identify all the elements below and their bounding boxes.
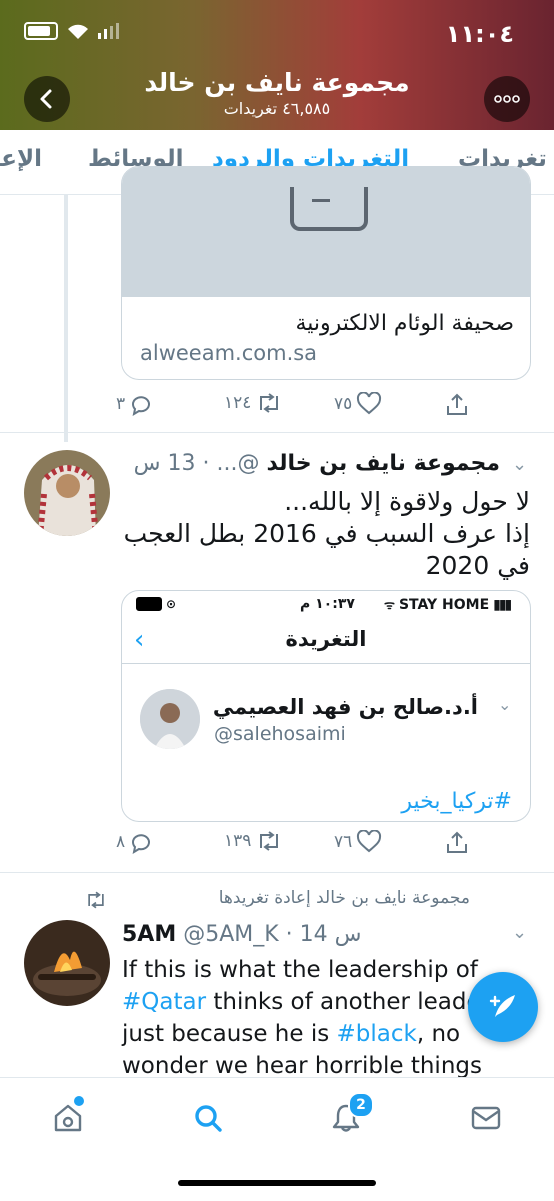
status-bar: ١١:٠٤: [0, 14, 554, 54]
tweet-header: 5AM @5AM_K · 14 س: [122, 922, 362, 947]
home-indicator: [178, 1180, 376, 1186]
notifications-badge: 2: [348, 1092, 374, 1118]
reply-icon: [132, 396, 151, 416]
screenshot-status-bar: ⊙ ١٠:٣٧ م ᯤ STAY HOME ▮▮▮: [122, 591, 530, 619]
screenshot-battery-icon: ⊙: [136, 597, 176, 611]
reply-icon: [132, 834, 151, 854]
tweet-text-line: لا حول ولاقوة إلا بالله...: [284, 487, 530, 516]
tweet-text-line: في 2020: [425, 551, 530, 580]
compose-button[interactable]: [468, 972, 538, 1042]
tweet-actions: ٣ ١٢٤ ٧٥: [0, 392, 554, 428]
wifi-icon: [68, 24, 88, 39]
tweet-menu-chevron-icon[interactable]: ⌄: [512, 454, 527, 475]
tweet-divider: [0, 432, 554, 433]
new-content-dot: [74, 1096, 84, 1106]
tweet-menu-chevron-icon[interactable]: ⌄: [512, 922, 527, 943]
share-icon: [447, 393, 467, 415]
author-meta: @5AM_K · 14 س: [183, 922, 362, 947]
avatar[interactable]: [24, 450, 110, 536]
screenshot-author-handle: @salehosaimi: [214, 723, 346, 745]
compose-icon: [489, 995, 515, 1017]
nav-notifications[interactable]: 2: [326, 1092, 374, 1138]
reply-count: ٣: [116, 394, 126, 414]
retweet-button[interactable]: ١٢٤: [224, 392, 283, 414]
status-time: ١١:٠٤: [445, 20, 514, 48]
messages-icon: [471, 1106, 501, 1130]
like-count: ٧٥: [334, 394, 353, 414]
tweet-text-part: If this is what the leadership of: [122, 957, 478, 983]
screenshot-carrier-text: STAY HOME: [398, 596, 490, 613]
screenshot-signal-icon: ▮▮▮: [493, 596, 512, 613]
quoted-screenshot-card[interactable]: ⊙ ١٠:٣٧ م ᯤ STAY HOME ▮▮▮ ‹ التغريدة ⌄ أ…: [121, 590, 531, 822]
tweet-count: ٤٦,٥٨٥ تغريدات: [223, 99, 331, 118]
retweet-button[interactable]: ١٣٩: [224, 830, 283, 852]
avatar-image: [24, 920, 110, 1006]
home-icon: [54, 1104, 82, 1132]
retweet-count: ١٣٩: [224, 831, 252, 851]
hashtag-link[interactable]: #black: [337, 1021, 417, 1047]
retweet-icon: [260, 393, 279, 413]
retweet-icon: [260, 831, 279, 851]
avatar-image: [24, 450, 110, 536]
status-icons: [24, 22, 120, 40]
screenshot-chevron-icon: ⌄: [498, 695, 512, 714]
screenshot-time: ١٠:٣٧ م: [300, 596, 355, 612]
author-meta: @... · 13 س: [133, 451, 260, 476]
reply-button[interactable]: ٨: [116, 830, 153, 854]
more-button[interactable]: [484, 76, 530, 122]
tweet-text-line: إذا عرف السبب في 2016 بطل العجب: [123, 519, 530, 548]
reply-count: ٨: [116, 832, 126, 852]
hashtag-link[interactable]: #Qatar: [122, 989, 206, 1015]
screenshot-title: التغريدة: [285, 627, 367, 651]
screenshot-wifi-icon: ᯤ: [384, 598, 395, 612]
profile-header: ١١:٠٤ مجموعة نايف بن خالد ٤٦,٥٨٥ تغريدات: [0, 0, 554, 130]
screenshot-avatar: [140, 689, 200, 749]
link-card-image: [122, 167, 530, 297]
share-button[interactable]: [444, 392, 470, 418]
more-icon: [494, 95, 520, 103]
avatar[interactable]: [24, 920, 110, 1006]
like-icon: [357, 830, 382, 853]
tweet-text: لا حول ولاقوة إلا بالله... إذا عرف السبب…: [124, 486, 530, 582]
header-title-group: مجموعة نايف بن خالد ٤٦,٥٨٥ تغريدات: [0, 68, 554, 118]
retweet-count: ١٢٤: [224, 393, 252, 413]
screenshot-author-name: أ.د.صالح بن فهد العصيمي: [212, 695, 478, 719]
search-icon: [195, 1105, 222, 1132]
signal-icon: [98, 23, 119, 39]
retweet-label: مجموعة نايف بن خالد إعادة تغريدها: [218, 888, 470, 908]
link-placeholder-icon: [290, 187, 368, 231]
like-button[interactable]: ٧٦: [334, 830, 382, 854]
nav-search[interactable]: [188, 1098, 228, 1138]
nav-home[interactable]: [48, 1096, 88, 1138]
tweet-divider: [0, 872, 554, 873]
screenshot-hashtag: #تركيا_بخير: [401, 789, 512, 814]
like-count: ٧٦: [334, 832, 353, 852]
battery-icon: [24, 22, 58, 40]
retweet-indicator-icon: [84, 890, 108, 914]
tab-likes[interactable]: الإعجابات: [0, 146, 42, 172]
screenshot-header: ‹ التغريدة: [122, 619, 530, 664]
tweet-actions: ٨ ١٣٩ ٧٦: [0, 830, 554, 866]
screenshot-carrier: ᯤ STAY HOME ▮▮▮: [384, 596, 512, 613]
like-button[interactable]: ٧٥: [334, 392, 382, 416]
page-title: مجموعة نايف بن خالد: [144, 68, 410, 97]
tweet-text: If this is what the leadership of #Qatar…: [122, 954, 512, 1082]
link-preview-card[interactable]: صحيفة الوئام الالكترونية alweeam.com.sa: [121, 166, 531, 380]
reply-button[interactable]: ٣: [116, 392, 153, 416]
share-button[interactable]: [444, 830, 470, 856]
tweet-header: مجموعة نايف بن خالد @... · 13 س: [134, 451, 500, 476]
author-name[interactable]: مجموعة نايف بن خالد: [267, 451, 501, 476]
share-icon: [447, 831, 467, 853]
link-card-domain: alweeam.com.sa: [140, 341, 318, 365]
link-card-title: صحيفة الوئام الالكترونية: [295, 311, 514, 336]
nav-messages[interactable]: [466, 1098, 506, 1138]
like-icon: [357, 392, 382, 415]
author-name[interactable]: 5AM: [122, 922, 176, 947]
